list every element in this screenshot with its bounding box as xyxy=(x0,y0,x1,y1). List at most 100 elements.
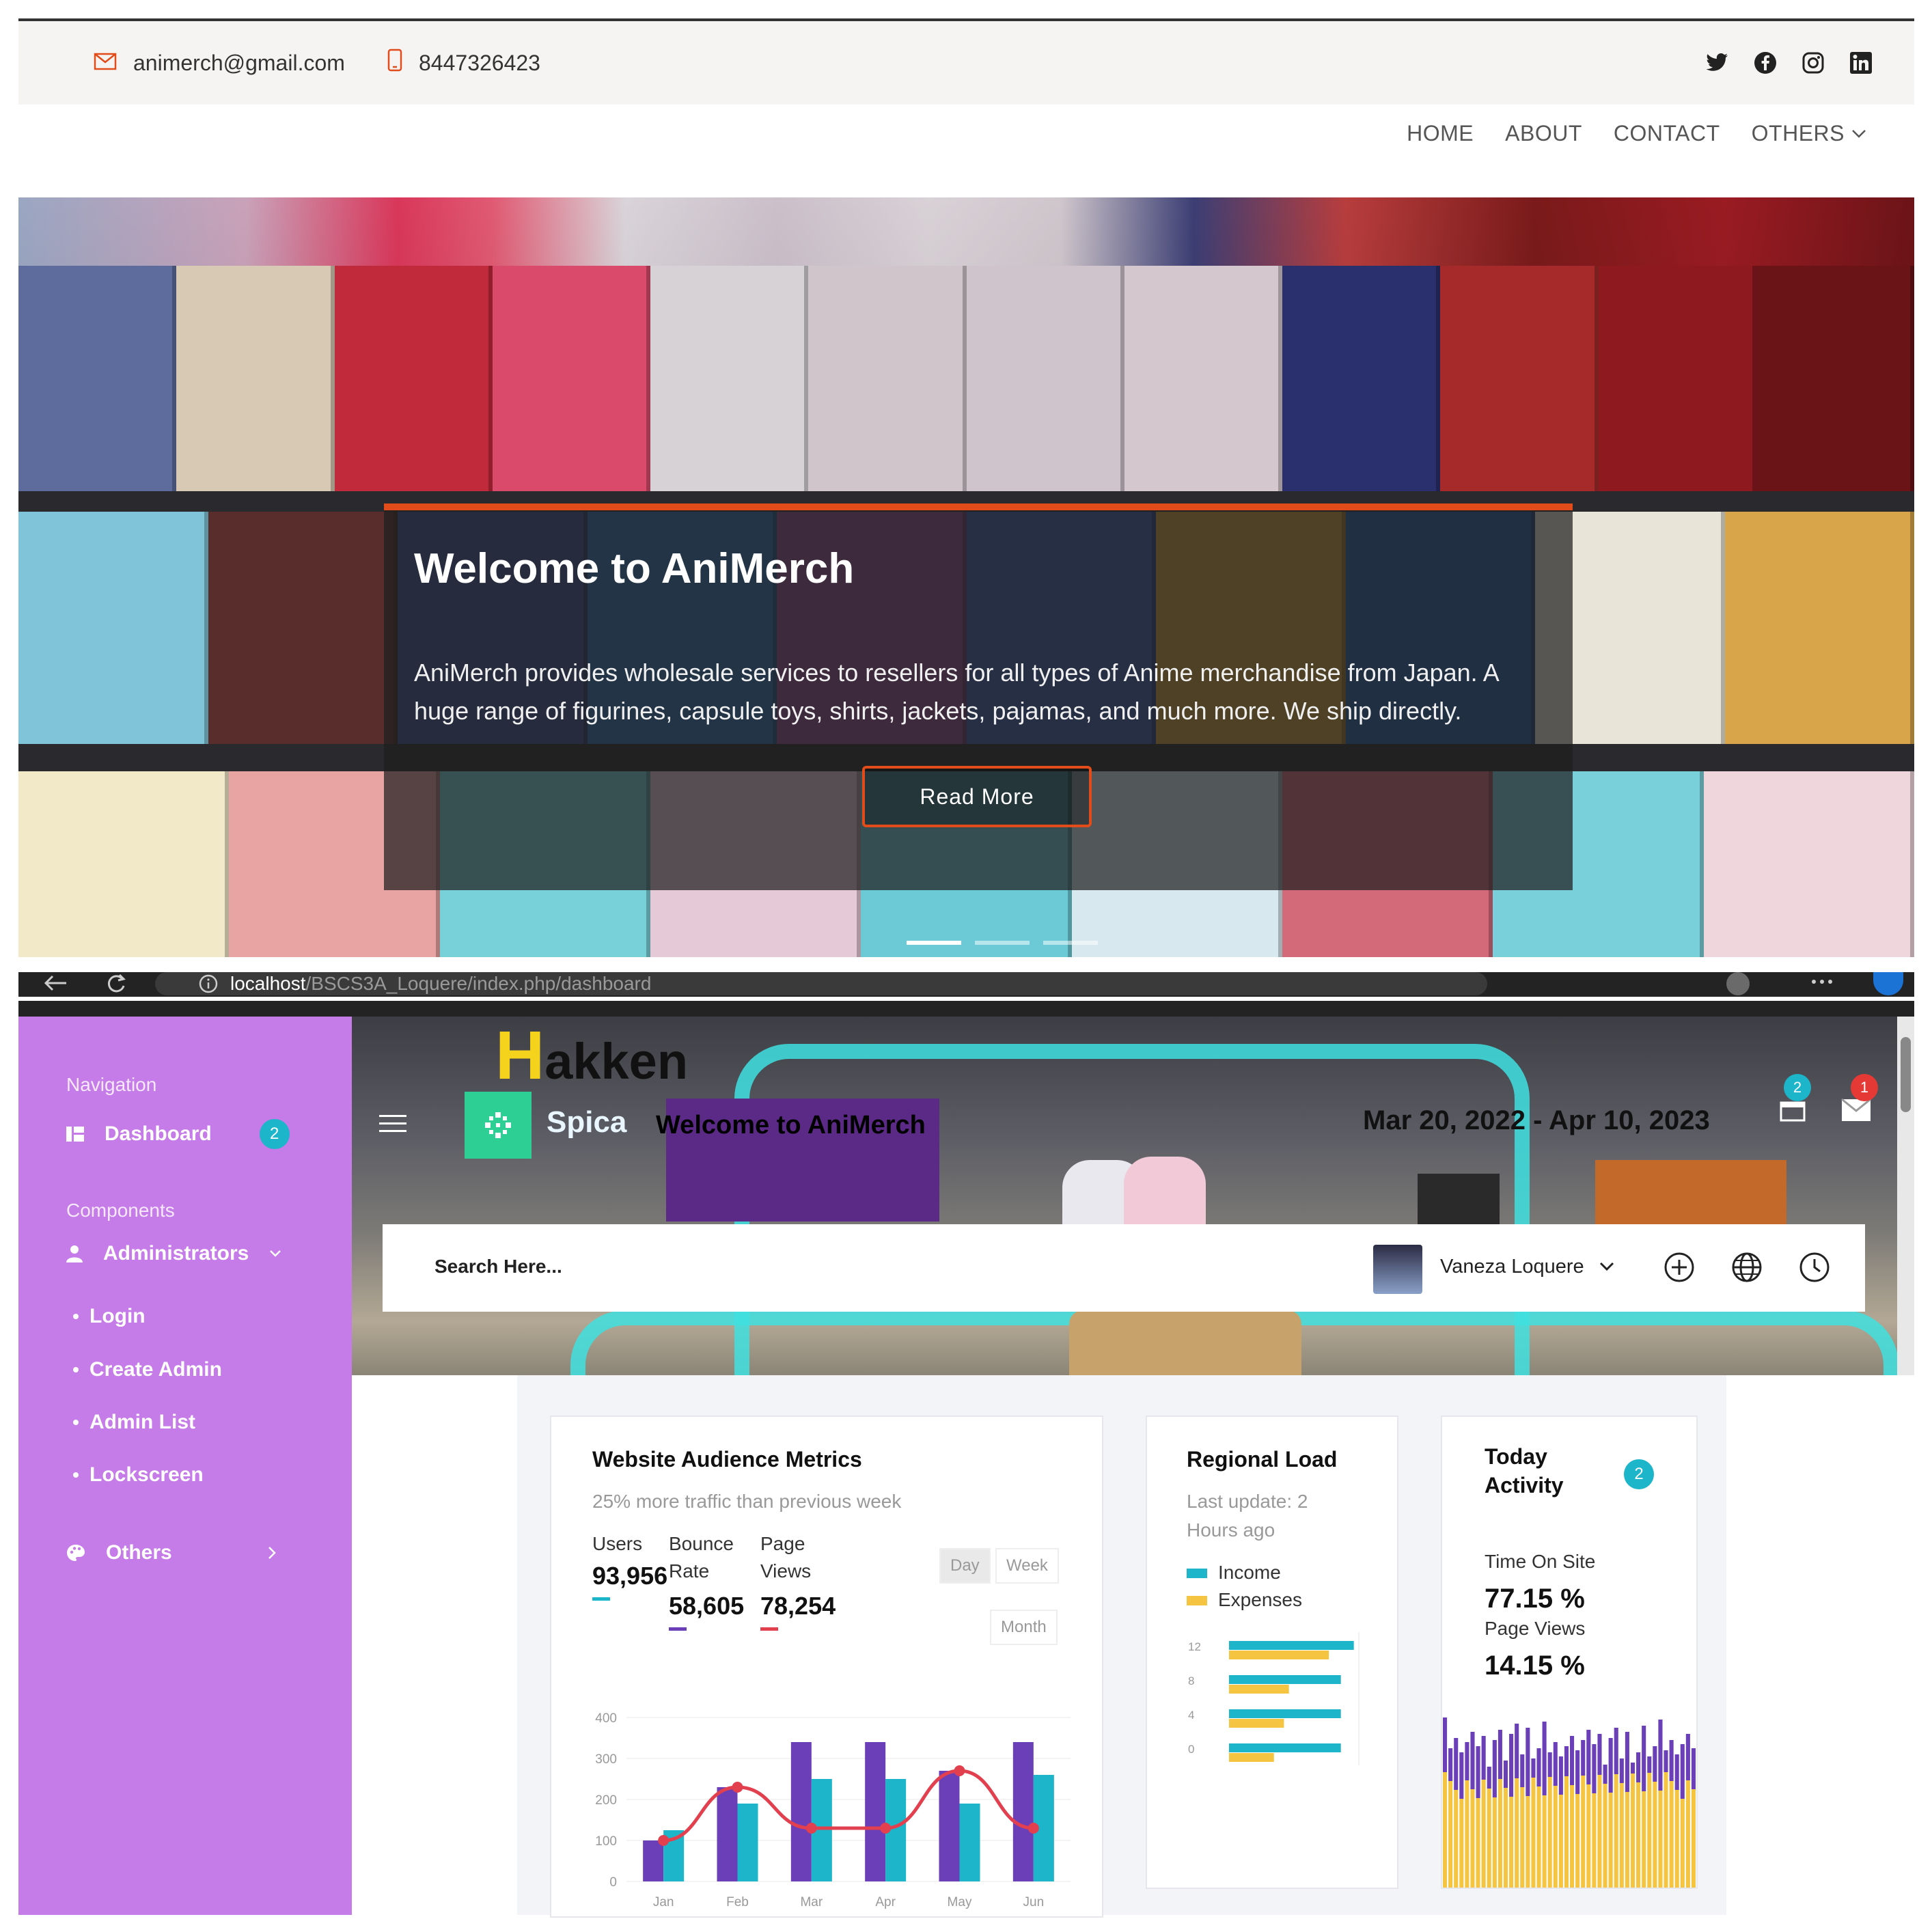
pageviews-indicator xyxy=(760,1627,778,1631)
sidebar-item-label: Administrators xyxy=(103,1242,249,1265)
components-heading: Components xyxy=(66,1200,175,1221)
twitter-icon[interactable] xyxy=(1705,51,1730,75)
avatar[interactable] xyxy=(1373,1245,1422,1294)
activity-bar xyxy=(1481,1780,1486,1888)
activity-bar xyxy=(1658,1720,1663,1791)
activity-bar xyxy=(1642,1726,1646,1791)
activity-bar xyxy=(1680,1744,1685,1799)
x-tick-label: Apr xyxy=(875,1895,896,1909)
range-day-button[interactable]: Day xyxy=(939,1548,991,1584)
calendar-notification[interactable]: 2 xyxy=(1780,1074,1811,1125)
hakken-sign-h: H xyxy=(495,1017,545,1094)
animerch-website: animerch@gmail.com 8447326423 HOME ABOUT… xyxy=(18,18,1914,958)
activity-bar xyxy=(1592,1744,1597,1793)
activity-bar xyxy=(1647,1773,1652,1888)
bing-icon[interactable] xyxy=(1873,972,1903,995)
sidebar-subitem-label[interactable]: Login xyxy=(89,1305,146,1328)
hero-banner: Welcome to AniMerch AniMerch provides wh… xyxy=(18,197,1914,957)
sidebar-item-others[interactable]: Others xyxy=(66,1541,276,1564)
refresh-icon[interactable] xyxy=(106,974,126,994)
email-text[interactable]: animerch@gmail.com xyxy=(133,51,345,76)
carousel-dot[interactable] xyxy=(1043,941,1098,945)
facebook-icon[interactable] xyxy=(1753,51,1778,75)
sidebar-item-dashboard[interactable]: Dashboard 2 xyxy=(66,1119,290,1149)
sidebar-subitem-create-admin[interactable]: Create Admin xyxy=(73,1358,222,1381)
add-circle-icon[interactable] xyxy=(1664,1252,1695,1283)
globe-icon[interactable] xyxy=(1731,1252,1763,1283)
activity-bar xyxy=(1674,1754,1679,1790)
spica-logo[interactable] xyxy=(465,1092,532,1159)
sidebar-subitem-lockscreen[interactable]: Lockscreen xyxy=(73,1463,204,1487)
sidebar-subitem-label[interactable]: Create Admin xyxy=(89,1358,222,1381)
sidebar-subitem-login[interactable]: Login xyxy=(73,1305,146,1328)
activity-bar xyxy=(1614,1728,1618,1774)
activity-bar xyxy=(1592,1793,1597,1888)
activity-bar xyxy=(1498,1779,1502,1888)
hamburger-menu-icon[interactable] xyxy=(379,1114,406,1134)
calendar-badge: 2 xyxy=(1784,1074,1811,1101)
nav-contact[interactable]: CONTACT xyxy=(1614,121,1720,146)
users-indicator xyxy=(592,1597,610,1601)
activity-bar xyxy=(1454,1738,1459,1790)
read-more-button[interactable]: Read More xyxy=(862,766,1092,827)
logo-mark-icon xyxy=(485,1112,511,1138)
clock-icon[interactable] xyxy=(1799,1252,1830,1283)
nav-about-label[interactable]: ABOUT xyxy=(1505,121,1582,146)
activity-bar xyxy=(1487,1767,1491,1789)
profile-avatar[interactable] xyxy=(1726,972,1750,995)
email-contact[interactable]: animerch@gmail.com xyxy=(94,21,345,105)
activity-bar xyxy=(1614,1774,1618,1888)
chart-bar xyxy=(939,1771,960,1881)
phone-contact[interactable]: 8447326423 xyxy=(387,21,540,105)
x-tick-label: Jan xyxy=(653,1895,674,1909)
phone-text[interactable]: 8447326423 xyxy=(419,51,540,76)
activity-bar xyxy=(1625,1792,1629,1888)
scrollbar-thumb[interactable] xyxy=(1901,1037,1911,1112)
nav-contact-label[interactable]: CONTACT xyxy=(1614,121,1720,146)
search-input[interactable]: Search Here... xyxy=(434,1256,562,1278)
more-options-icon[interactable] xyxy=(1808,972,1836,995)
back-arrow-icon[interactable] xyxy=(42,974,69,993)
nav-about[interactable]: ABOUT xyxy=(1505,121,1582,146)
carousel-dot-active[interactable] xyxy=(907,941,961,945)
address-bar[interactable]: localhost/BSCS3A_Loquere/index.php/dashb… xyxy=(155,972,1487,995)
contact-bar: animerch@gmail.com 8447326423 xyxy=(18,21,1914,105)
users-label: Users xyxy=(592,1533,643,1554)
trend-point xyxy=(805,1823,817,1834)
nav-home[interactable]: HOME xyxy=(1407,121,1474,146)
range-month-button[interactable]: Month xyxy=(990,1610,1058,1645)
scrollbar[interactable] xyxy=(1897,1017,1914,1375)
instagram-icon[interactable] xyxy=(1801,51,1825,75)
chevron-down-icon[interactable] xyxy=(1599,1261,1615,1272)
activity-bar xyxy=(1509,1797,1514,1888)
nav-home-label[interactable]: HOME xyxy=(1407,121,1474,146)
logo-text[interactable]: Spica xyxy=(547,1105,626,1140)
chart-bar xyxy=(1229,1651,1329,1659)
info-icon[interactable] xyxy=(199,974,218,993)
y-tick-label: 100 xyxy=(595,1834,617,1849)
card-title: Website Audience Metrics xyxy=(592,1447,862,1472)
activity-bar xyxy=(1503,1788,1508,1888)
chevron-right-icon xyxy=(268,1547,276,1559)
activity-bar xyxy=(1531,1758,1536,1778)
range-week-button[interactable]: Week xyxy=(995,1548,1059,1584)
activity-bar xyxy=(1443,1772,1448,1888)
mail-notification[interactable]: 1 xyxy=(1841,1074,1878,1125)
phone-icon xyxy=(387,49,402,77)
sidebar-subitem-label[interactable]: Lockscreen xyxy=(89,1463,204,1487)
sidebar-item-administrators[interactable]: Administrators xyxy=(66,1242,281,1265)
date-range[interactable]: Mar 20, 2022 - Apr 10, 2023 xyxy=(1363,1105,1710,1136)
carousel-dot[interactable] xyxy=(975,941,1030,945)
legend-expenses-swatch xyxy=(1187,1596,1207,1605)
chart-bar xyxy=(1229,1753,1274,1762)
activity-bar xyxy=(1515,1724,1519,1778)
activity-bar xyxy=(1691,1789,1696,1888)
activity-bar xyxy=(1586,1784,1591,1888)
sidebar-subitem-label[interactable]: Admin List xyxy=(89,1411,195,1434)
nav-others[interactable]: OTHERS xyxy=(1752,121,1866,146)
user-name[interactable]: Vaneza Loquere xyxy=(1440,1256,1584,1278)
linkedin-icon[interactable] xyxy=(1849,51,1873,75)
activity-bar xyxy=(1498,1730,1502,1779)
sidebar-subitem-admin-list[interactable]: Admin List xyxy=(73,1411,195,1434)
nav-others-label[interactable]: OTHERS xyxy=(1752,121,1845,146)
